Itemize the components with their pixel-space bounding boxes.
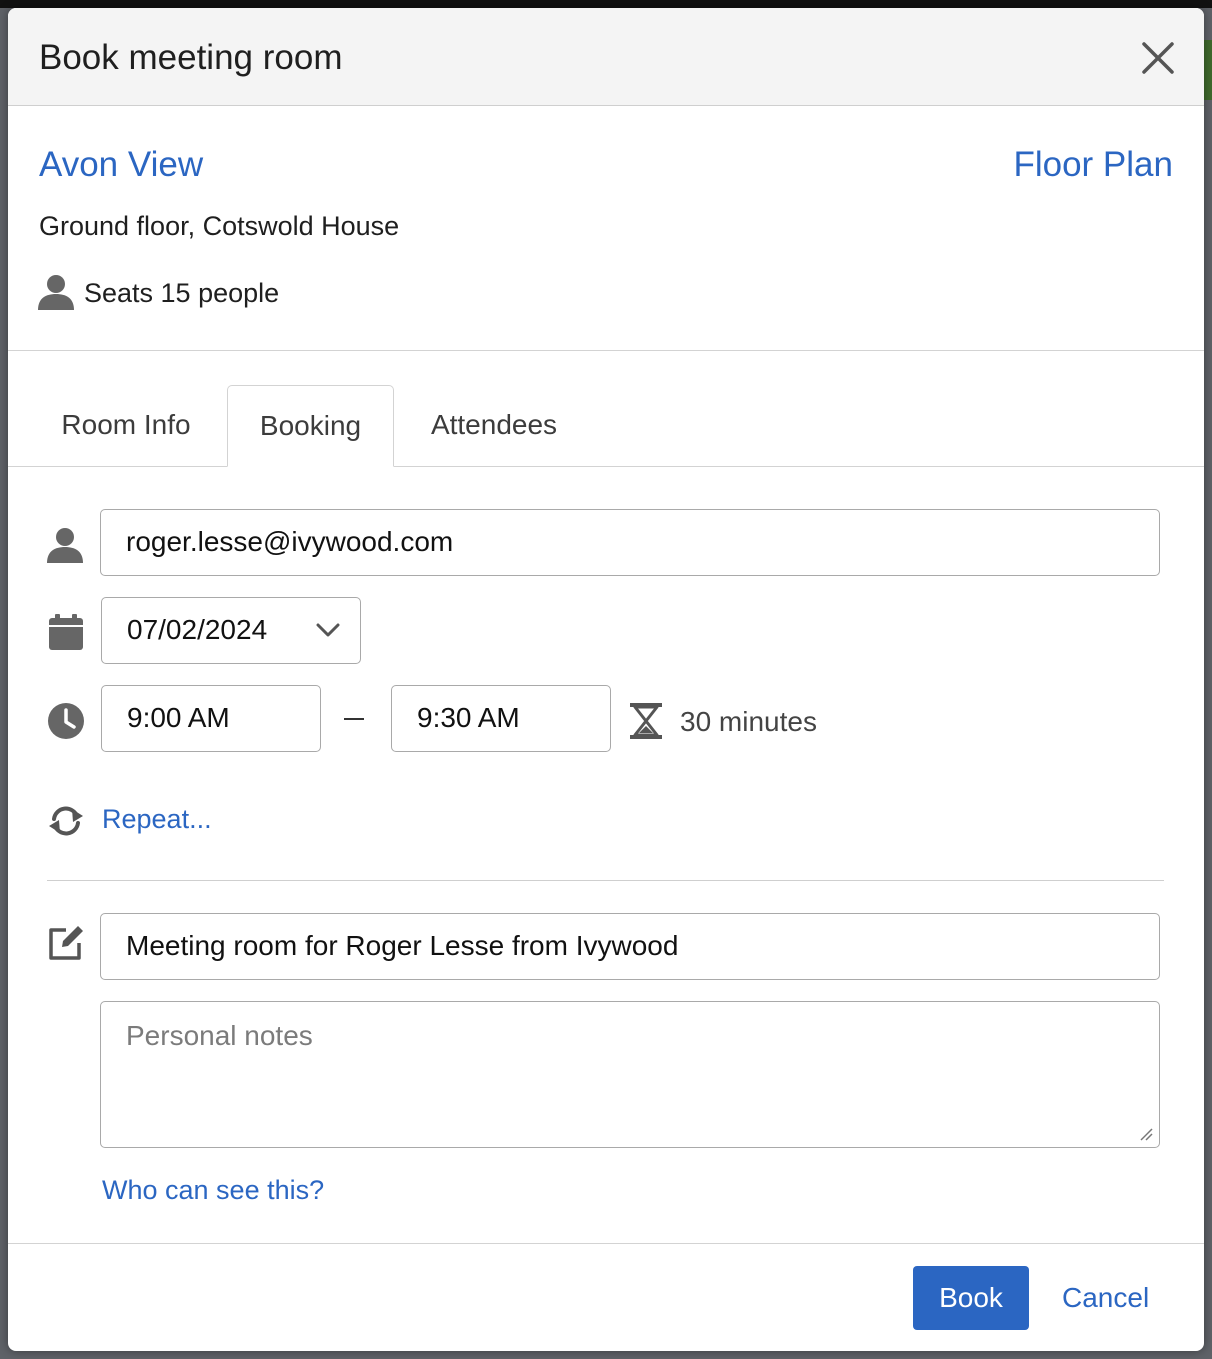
clock-icon	[48, 703, 84, 739]
tab-booking[interactable]: Booking	[227, 385, 394, 467]
close-icon[interactable]	[1136, 36, 1180, 80]
dialog-title: Book meeting room	[39, 38, 343, 77]
visibility-info-link[interactable]: Who can see this?	[102, 1175, 324, 1206]
person-icon	[38, 275, 74, 310]
footer-divider	[8, 1243, 1204, 1244]
floor-plan-link[interactable]: Floor Plan	[1013, 145, 1173, 185]
person-icon	[47, 528, 83, 563]
room-location: Ground floor, Cotswold House	[39, 211, 400, 241]
end-time-field[interactable]: 9:30 AM	[391, 685, 611, 752]
personal-notes-textarea[interactable]: Personal notes	[100, 1001, 1160, 1148]
meeting-subject-field[interactable]: Meeting room for Roger Lesse from Ivywoo…	[100, 913, 1160, 980]
background-app-edge	[1204, 40, 1212, 100]
tab-label: Room Info	[61, 409, 191, 440]
cancel-button[interactable]: Cancel	[1062, 1282, 1149, 1314]
date-select[interactable]: 07/02/2024	[101, 597, 361, 664]
room-name[interactable]: Avon View	[39, 145, 203, 185]
organizer-email-field[interactable]: roger.lesse@ivywood.com	[100, 509, 1160, 576]
room-capacity: Seats 15 people	[84, 278, 280, 308]
book-button[interactable]: Book	[913, 1266, 1029, 1330]
tab-attendees[interactable]: Attendees	[400, 385, 588, 467]
tab-room-info[interactable]: Room Info	[28, 385, 224, 467]
dialog-header: Book meeting room	[8, 8, 1204, 106]
tab-label: Attendees	[430, 409, 558, 440]
date-value: 07/02/2024	[127, 614, 268, 645]
section-divider	[47, 880, 1164, 881]
meeting-subject-value: Meeting room for Roger Lesse from Ivywoo…	[126, 930, 679, 961]
chevron-down-icon	[316, 623, 340, 637]
backdrop	[0, 0, 1212, 8]
repeat-link[interactable]: Repeat...	[102, 804, 212, 835]
book-button-label: Book	[939, 1282, 1003, 1313]
organizer-email-value: roger.lesse@ivywood.com	[126, 526, 454, 557]
calendar-icon	[49, 614, 83, 650]
section-divider	[8, 350, 1204, 351]
time-range-dash	[344, 718, 364, 720]
duration-text: 30 minutes	[680, 706, 817, 737]
tab-label: Booking	[259, 410, 362, 441]
resize-handle-icon[interactable]	[1139, 1127, 1153, 1141]
hourglass-icon	[630, 703, 662, 739]
start-time-value: 9:00 AM	[127, 702, 230, 733]
personal-notes-placeholder: Personal notes	[126, 1020, 313, 1051]
edit-icon	[49, 926, 83, 960]
book-meeting-room-dialog: Book meeting room Avon View Floor Plan G…	[8, 8, 1204, 1351]
repeat-icon	[49, 806, 83, 836]
start-time-field[interactable]: 9:00 AM	[101, 685, 321, 752]
end-time-value: 9:30 AM	[417, 702, 520, 733]
